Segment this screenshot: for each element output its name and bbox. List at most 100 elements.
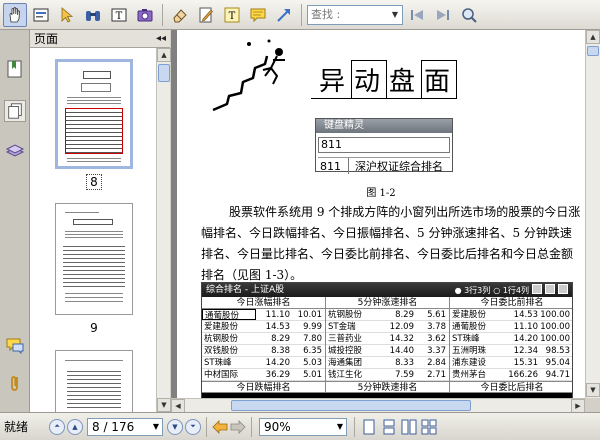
facing-layout-button[interactable] [400,417,418,437]
comments-icon [6,338,24,355]
comments-tab[interactable] [4,335,26,357]
select-arrow-tool-button[interactable] [55,3,79,27]
binoculars-tool-button[interactable] [81,3,105,27]
pages-tab[interactable] [4,100,26,122]
search-options-button[interactable] [457,3,481,27]
collapse-panel-button[interactable]: ◂◂ [156,33,166,44]
first-page-button[interactable]: ⏶ [49,418,65,435]
text-select-tool-button[interactable] [29,3,53,27]
forward-button[interactable] [229,418,247,436]
document-view[interactable]: 异动盘面 键盘精灵 811 811 深沪权证综合排名 图 1-2 股票软件系统用 … [171,30,585,398]
thumbnail-table-block [65,108,123,154]
thumbnail-title-block [83,71,111,79]
last-page-icon: ⏷ [190,422,196,430]
continuous-layout-button[interactable] [380,417,398,437]
table-row: 钱江生化 7.59 2.71 [326,369,449,381]
back-button[interactable] [211,418,229,436]
toolbar-separator [301,3,302,26]
scroll-thumb[interactable] [587,46,599,56]
ranking-grid: 今日涨幅排名 通葡股份 11.10 10.01 爱建股份 14.53 9.99 杭钢股份… [202,297,572,393]
ranking-screenshot-title: 综合排名 - 上证A股 [206,285,285,295]
ranking-column-footer: 今日跌幅排名 [202,381,325,393]
hand-tool-button[interactable] [3,2,27,27]
find-previous-button[interactable] [405,3,429,27]
ranking-column-footer: 今日委比后排名 [450,381,572,393]
heading-char-boxed: 面 [421,60,458,99]
find-dropdown-icon[interactable]: ▼ [388,6,402,24]
page-thumbnail-10[interactable] [55,350,133,412]
scroll-thumb[interactable] [231,400,471,411]
page-number-field[interactable]: 8 / 176 ▼ [87,417,163,436]
scroll-up-button[interactable]: ▲ [157,48,171,62]
typewriter-tool-button[interactable]: T [220,3,244,27]
page-thumbnail-8[interactable] [55,59,133,169]
thumbnail-page-preview [61,65,127,163]
pencil-tool-button[interactable] [194,3,218,27]
text-select-icon [33,8,49,21]
attachments-tab[interactable] [4,372,26,394]
heading-char: 异 [319,67,350,97]
table-row: 通葡股份 11.10 100.00 [450,321,572,333]
ranking-column-header: 今日委比前排名 [450,297,572,309]
page-thumbnail-label-8: 8 [55,174,133,190]
thumbnail-scrollbar[interactable]: ▲ ▼ [156,48,171,412]
table-row: ST金瑞 12.09 3.78 [326,321,449,333]
find-next-button[interactable] [431,3,455,27]
find-previous-icon [411,9,423,20]
table-row: 五洲明珠 12.34 98.53 [450,345,572,357]
ranking-screenshot-figure: 综合排名 - 上证A股 ● 3行3列 ○ 1行4列 今日涨幅排名 通葡股份 11.… [201,282,573,398]
zoom-field[interactable]: 90% ▼ [259,417,347,436]
table-row: ST珠峰 14.20 100.00 [450,333,572,345]
first-page-icon: ⏶ [54,422,60,430]
scroll-down-button[interactable]: ▼ [157,398,171,412]
continuous-facing-layout-button[interactable] [420,417,438,437]
last-page-button[interactable]: ⏷ [185,418,201,435]
thumbnail-page-preview [59,354,129,412]
line-arrow-tool-button[interactable] [272,3,296,27]
scroll-thumb[interactable] [158,64,170,82]
document-vertical-scrollbar[interactable]: ▲ ▼ [585,30,600,398]
next-page-button[interactable]: ▼ [167,418,183,435]
page-heading: 异动盘面 [317,60,458,99]
wizard-header: 键盘精灵 [316,119,452,133]
layers-tab[interactable] [4,140,26,162]
ranking-screenshot-header: 综合排名 - 上证A股 ● 3行3列 ○ 1行4列 [202,283,572,297]
zoom-dropdown-icon[interactable]: ▼ [334,422,346,431]
svg-text:T: T [116,11,123,22]
ranking-column: 今日涨幅排名 通葡股份 11.10 10.01 爱建股份 14.53 9.99 杭钢股份… [202,297,326,393]
table-row: 海通集团 8.33 2.84 [326,357,449,369]
ranking-column-footer: 5分钟跌速排名 [326,381,449,393]
page-dropdown-icon[interactable]: ▼ [150,422,162,431]
scroll-left-button[interactable]: ◀ [171,399,185,413]
status-text: 就绪 [4,420,29,434]
ranking-column-header: 今日涨幅排名 [202,297,325,309]
comment-tool-button[interactable] [246,3,270,27]
find-box[interactable]: ▼ [307,4,403,25]
heading-char-boxed: 动 [351,60,388,99]
paperclip-icon [11,376,18,391]
document-horizontal-scrollbar[interactable]: ◀ ▶ [171,398,585,413]
previous-page-button[interactable]: ▲ [67,418,83,435]
table-row: 爱建股份 14.53 100.00 [450,309,572,321]
layers-icon [5,144,25,157]
snapshot-tool-button[interactable] [133,3,157,27]
page-thumbnail-9[interactable] [55,203,133,315]
table-row: 贵州茅台 166.26 94.71 [450,369,572,381]
eraser-tool-button[interactable] [168,3,192,27]
thumbnail-title-block [73,219,113,225]
scroll-down-button[interactable]: ▼ [586,383,600,397]
scroll-right-button[interactable]: ▶ [571,399,585,413]
find-input[interactable] [311,8,391,21]
body-paragraph: 股票软件系统用 9 个排成方阵的小窗列出所选市场的股票的今日涨幅排名、今日跌幅排… [201,205,581,282]
single-page-layout-button[interactable] [360,417,378,437]
page-number-value: 8 / 176 [92,419,135,434]
heading-char: 盘 [389,67,420,97]
scroll-up-button[interactable]: ▲ [586,30,600,44]
navigation-sidebar: 页面 ◂◂ 8 9 ▲ ▼ [0,30,171,412]
table-row: 三普药业 14.32 3.62 [326,333,449,345]
bookmarks-tab[interactable] [4,58,26,80]
main-toolbar: T T ▼ [0,0,600,30]
table-row: 城投控股 14.40 3.37 [326,345,449,357]
binoculars-icon [86,10,100,21]
text-tool-button[interactable]: T [107,3,131,27]
